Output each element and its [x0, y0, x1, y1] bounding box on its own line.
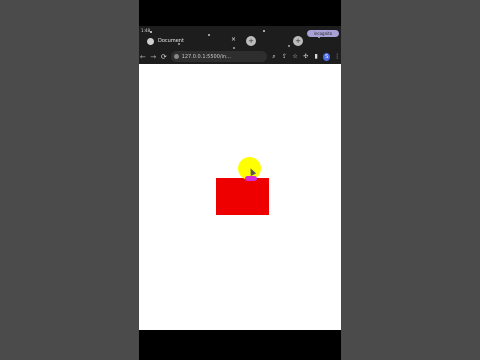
- reload-icon[interactable]: ⟳: [160, 53, 168, 61]
- globe-icon: [147, 37, 154, 45]
- sidebar-icon[interactable]: ▮: [312, 53, 320, 60]
- red-box[interactable]: [216, 178, 269, 215]
- menu-icon[interactable]: ⋮: [333, 53, 341, 60]
- phone-recording-frame: 1:48 Document × + + incognito ← → ⟳ 127.…: [139, 0, 341, 360]
- tab-title: Document: [158, 38, 184, 44]
- extensions-icon[interactable]: ✣: [302, 53, 310, 60]
- browser-chrome: 1:48 Document × + + incognito ← → ⟳ 127.…: [139, 26, 341, 64]
- close-tab-icon[interactable]: ×: [231, 36, 236, 43]
- profile-pill[interactable]: incognito: [307, 30, 339, 37]
- star-icon[interactable]: ☆: [291, 53, 299, 60]
- back-icon[interactable]: ←: [139, 53, 147, 61]
- status-time: 1:48: [141, 28, 150, 33]
- new-tab-secondary-button[interactable]: +: [293, 36, 303, 46]
- page-viewport: [139, 64, 341, 330]
- zoom-icon[interactable]: ⌕: [270, 53, 278, 61]
- forward-icon[interactable]: →: [150, 53, 158, 61]
- address-bar[interactable]: 127.0.0.1:5500/in...: [170, 51, 268, 62]
- address-text: 127.0.0.1:5500/in...: [181, 53, 231, 60]
- screen: { "status_bar": { "time": "1:48" }, "bro…: [0, 0, 480, 360]
- site-info-icon[interactable]: [173, 54, 179, 59]
- browser-toolbar: ← → ⟳ 127.0.0.1:5500/in... ⌕ ⇪ ☆ ✣ ▮ S ⋮: [139, 49, 341, 64]
- cursor-highlight: [245, 176, 257, 181]
- profile-icon[interactable]: S: [322, 52, 331, 61]
- new-tab-button[interactable]: +: [246, 36, 256, 46]
- share-icon[interactable]: ⇪: [281, 53, 289, 60]
- tab-document[interactable]: Document: [143, 34, 233, 48]
